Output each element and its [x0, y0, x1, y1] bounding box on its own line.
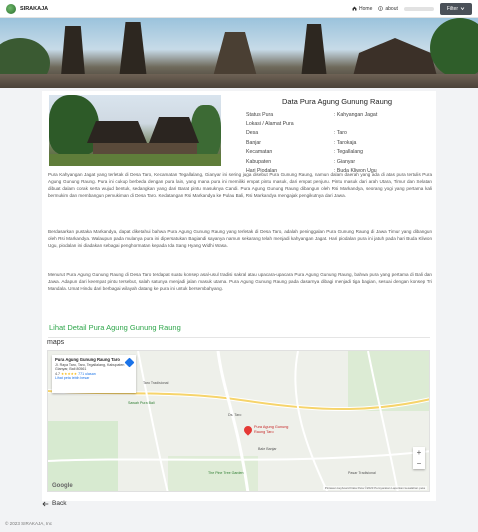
info-icon [378, 6, 384, 11]
logo[interactable] [6, 3, 16, 14]
nav-about[interactable]: about [378, 6, 398, 12]
home-icon [352, 6, 357, 11]
divider [48, 337, 430, 338]
detail-link[interactable]: Lihat Detail Pura Agung Gunung Raung [49, 323, 181, 332]
back-button[interactable]: Back [42, 500, 66, 507]
place-reviews[interactable]: 771 ulasan [78, 372, 96, 376]
maps-heading: maps [47, 339, 65, 346]
hero-ground [0, 74, 478, 88]
map-label: Sawah Pura Bali [128, 401, 155, 405]
hero-banner [0, 18, 478, 88]
hero-tree-right [430, 18, 478, 78]
larger-map-link[interactable]: Lihat peta lebih besar [55, 376, 133, 381]
map-attribution[interactable]: Pintasan keyboard Data Peta ©2023 Persya… [322, 486, 427, 490]
nav-about-label: about [385, 5, 398, 12]
info-title: Data Pura Agung Gunung Raung [282, 97, 393, 106]
navbar: SIRAKAJA Home about Filter [0, 0, 478, 18]
info-label: Desa [246, 130, 259, 137]
arrow-left-icon [42, 501, 49, 506]
info-row: Banjar : Tarokaja [246, 138, 436, 147]
info-value: : Tarokaja [334, 139, 357, 146]
info-value: : Taro [334, 130, 347, 137]
info-label: Kecamatan [246, 149, 273, 156]
zoom-out-button[interactable]: − [413, 458, 425, 469]
map-place-card: Pura Agung Gunung Raung Taro Jl. Raya Ta… [52, 355, 136, 393]
filter-label: Filter [446, 5, 458, 12]
zoom-in-button[interactable]: + [413, 447, 425, 458]
description-paragraph-1: Pura Kahyangan Jagat yang terletak di De… [48, 172, 432, 198]
info-label: Kabupaten [246, 158, 272, 165]
filter-button[interactable]: Filter [439, 2, 472, 15]
map-zoom-controls: + − [413, 447, 425, 469]
info-row: Kabupaten : Gianyar [246, 157, 436, 166]
description-paragraph-2: Berdasarkan pustaka Markandya, dapat dik… [48, 229, 432, 248]
map-label: Taro Tradisional [143, 381, 169, 385]
nav-links: Home about Filter [352, 2, 472, 15]
info-label: Status Pura [246, 111, 274, 118]
nav-muted-placeholder [403, 6, 434, 11]
nav-home-label: Home [359, 5, 373, 12]
info-row: Lokasi / Alamat Pura [246, 119, 436, 128]
nav-muted-item[interactable] [403, 6, 434, 11]
map-label: Pasar Tradisional [348, 471, 376, 475]
info-label: Lokasi / Alamat Pura [246, 121, 294, 128]
info-value: : Kahyangan Jagat [334, 111, 378, 118]
rating-stars: ★★★★★ [61, 371, 78, 376]
content-card: Data Pura Agung Gunung Raung Status Pura… [42, 91, 436, 501]
google-logo: Google [52, 483, 73, 489]
pin-label: Pura Agung Gunung Raung Taro [254, 425, 289, 434]
page: SIRAKAJA Home about Filter Data Pura Agu… [0, 0, 478, 532]
info-value: : Gianyar [334, 158, 356, 165]
place-rating: 4.7 [55, 371, 60, 376]
map-label: Bale Banjar [258, 447, 277, 451]
back-label: Back [52, 500, 67, 507]
info-row: Kecamatan : Tegallalang [246, 148, 436, 157]
photo-roof-1 [87, 121, 147, 143]
info-row: Status Pura : Kahyangan Jagat [246, 110, 436, 119]
embedded-map[interactable]: Pura Agung Gunung Raung Taro Jl. Raya Ta… [47, 350, 430, 492]
map-label: Ds. Taro [228, 413, 242, 417]
nav-home[interactable]: Home [352, 6, 372, 12]
info-table: Status Pura : Kahyangan Jagat Lokasi / Al… [246, 110, 436, 176]
temple-photo [49, 95, 221, 166]
description-paragraph-3: Menurut Pura Agung Gunung Raung di Desa … [48, 272, 432, 291]
brand-name[interactable]: SIRAKAJA [20, 6, 48, 12]
chevron-down-icon [460, 7, 465, 11]
info-label: Banjar [246, 139, 261, 146]
photo-tree-left [49, 95, 99, 155]
footer-copyright: © 2023 SIRAKAJA, Inc [5, 521, 53, 526]
photo-lawn [49, 154, 221, 166]
place-address: Jl. Raya Taro, Taro, Tegallalang, Kabupa… [55, 362, 125, 372]
info-row: Desa : Taro [246, 129, 436, 138]
info-value: : Tegallalang [334, 149, 364, 156]
map-label: The Pine Tree Garden [208, 471, 244, 475]
